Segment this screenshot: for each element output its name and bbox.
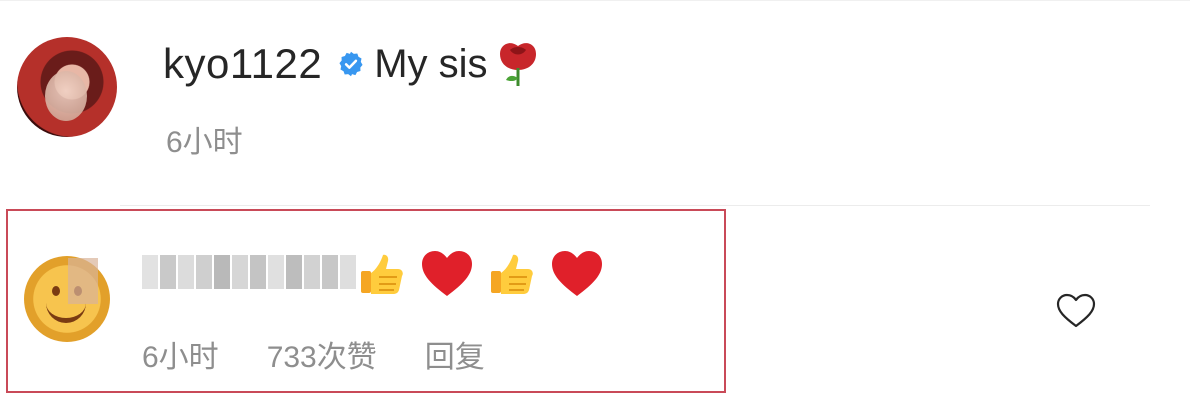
blur-cell [196,255,212,289]
commenter-username-blurred[interactable] [142,255,356,289]
comment-timestamp: 6小时 [142,341,219,374]
avatar[interactable] [17,37,117,137]
thumbs-up-emoji-icon [485,247,539,301]
caption-text: My sis [374,41,488,86]
blur-cell [250,255,266,289]
red-heart-emoji-icon [549,248,605,300]
avatar-pixelation [68,258,98,304]
username[interactable]: kyo1122 [163,40,322,88]
comment-like-count[interactable]: 733次赞 [267,332,377,376]
comment-emoji-text [355,247,605,301]
blur-cell [214,255,230,289]
blur-cell [142,255,158,289]
post-timestamp: 6小时 [166,126,243,159]
verified-badge-icon [336,49,366,79]
thumbs-up-emoji-icon [355,247,409,301]
comments-divider [120,205,1150,206]
blur-cell [178,255,194,289]
comment-meta: 6小时 733次赞 回复 [142,332,485,376]
heart-outline-icon[interactable] [1056,293,1096,329]
blur-cell [340,255,356,289]
reply-button[interactable]: 回复 [425,332,485,376]
avatar-eye-left [52,286,60,296]
red-heart-emoji-icon [419,248,475,300]
blur-cell [322,255,338,289]
rose-emoji-icon [496,38,540,90]
blur-cell [160,255,176,289]
blur-cell [304,255,320,289]
post-caption-line: kyo1122 My sis [163,38,540,90]
blur-cell [268,255,284,289]
blur-cell [286,255,302,289]
post-header: kyo1122 My sis 6小时 [0,0,1190,190]
blur-cell [232,255,248,289]
